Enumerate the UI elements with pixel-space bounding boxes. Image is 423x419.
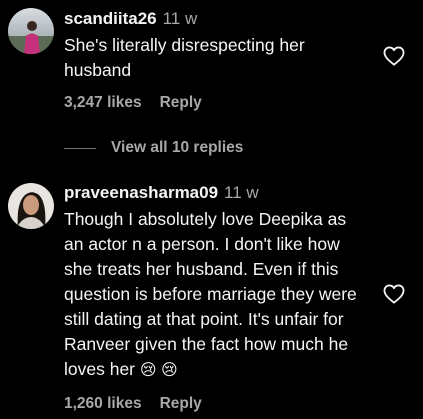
comment-actions: 1,260 likes Reply [64, 395, 202, 413]
avatar-photo-icon [8, 8, 54, 54]
reply-button[interactable]: Reply [160, 94, 202, 111]
likes-count[interactable]: 1,260 likes [64, 395, 142, 412]
heart-outline-icon [383, 284, 405, 304]
heart-outline-icon [383, 46, 405, 66]
avatar[interactable] [8, 8, 54, 54]
comment-body: scandiita26 11 w She's literally disrespe… [64, 8, 374, 83]
comment-text: She's literally disrespecting her husban… [64, 35, 305, 80]
replies-divider [64, 148, 96, 149]
comment-time: 11 w [224, 183, 259, 202]
comment-header: scandiita26 11 w [64, 8, 374, 30]
reply-button[interactable]: Reply [160, 395, 202, 412]
crying-face-emoji: 😢 😢 [139, 362, 178, 379]
comment-body: praveenasharma09 11 w Though I absolutely… [64, 182, 374, 382]
view-replies-label: View all 10 replies [111, 139, 244, 156]
like-button[interactable] [383, 284, 405, 304]
comment-header: praveenasharma09 11 w [64, 182, 374, 204]
like-button[interactable] [383, 46, 405, 66]
comment-text-block: Though I absolutely love Deepika as an a… [64, 207, 369, 382]
comment-time: 11 w [162, 9, 198, 28]
comment-username[interactable]: scandiita26 [64, 9, 157, 28]
comment-text: Though I absolutely love Deepika as an a… [64, 209, 357, 379]
comment-actions: 3,247 likes Reply [64, 94, 202, 112]
comment-username[interactable]: praveenasharma09 [64, 183, 218, 202]
avatar[interactable] [8, 183, 54, 229]
likes-count[interactable]: 3,247 likes [64, 94, 142, 111]
avatar-photo-icon [8, 183, 54, 229]
